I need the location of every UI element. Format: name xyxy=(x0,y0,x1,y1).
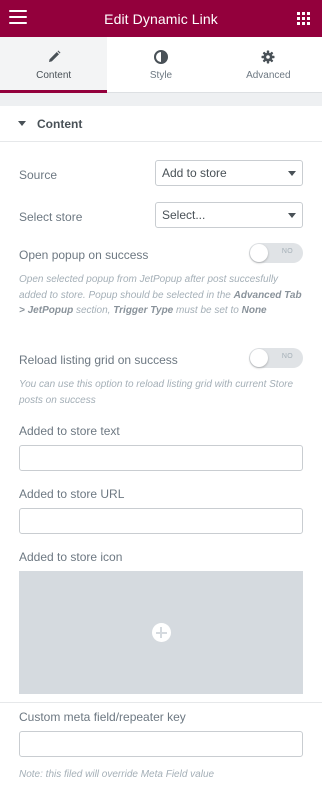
gear-icon xyxy=(260,49,276,65)
store-select-value: Select... xyxy=(162,208,206,222)
toggle-text: NO xyxy=(281,353,293,360)
meta-key-note: Note: this filed will override Meta Fiel… xyxy=(19,769,215,780)
popup-desc-strong: Trigger Type xyxy=(113,305,174,316)
meta-key-control: Custom meta field/repeater key xyxy=(19,708,303,726)
meta-key-input[interactable] xyxy=(19,731,303,757)
divider xyxy=(0,702,322,703)
added-url-control: Added to store URL xyxy=(19,485,303,503)
source-select[interactable]: Add to store xyxy=(155,160,303,186)
panel-title: Edit Dynamic Link xyxy=(104,10,218,27)
added-icon-label: Added to store icon xyxy=(19,550,123,564)
tab-style[interactable]: Style xyxy=(107,37,214,92)
chevron-down-icon xyxy=(288,213,296,218)
editor-panel: Edit Dynamic Link Content Style Advanced… xyxy=(0,0,322,793)
pencil-icon xyxy=(46,49,62,65)
added-text-input[interactable] xyxy=(19,445,303,471)
toggle-knob xyxy=(250,244,268,262)
popup-description: Open selected popup from JetPopup after … xyxy=(19,272,303,319)
tab-content[interactable]: Content xyxy=(0,37,108,93)
tab-advanced[interactable]: Advanced xyxy=(215,37,322,92)
source-select-value: Add to store xyxy=(162,166,227,180)
added-url-label: Added to store URL xyxy=(19,487,125,501)
icon-media-picker[interactable] xyxy=(19,571,303,694)
added-icon-control: Added to store icon xyxy=(19,548,303,566)
popup-desc-text: must be set to xyxy=(173,305,242,316)
popup-desc-strong: None xyxy=(241,305,267,316)
toggle-knob xyxy=(250,349,268,367)
meta-key-label: Custom meta field/repeater key xyxy=(19,710,186,724)
added-text-control: Added to store text xyxy=(19,422,303,440)
chevron-down-icon xyxy=(288,171,296,176)
added-url-input[interactable] xyxy=(19,508,303,534)
popup-label: Open popup on success xyxy=(19,248,149,262)
popup-desc-text: section, xyxy=(73,305,114,316)
tab-content-label: Content xyxy=(36,69,72,81)
store-label: Select store xyxy=(19,210,83,224)
added-text-label: Added to store text xyxy=(19,424,120,438)
panel-header: Edit Dynamic Link xyxy=(0,0,322,37)
toggle-text: NO xyxy=(281,248,293,255)
caret-down-icon xyxy=(18,121,26,126)
tab-advanced-label: Advanced xyxy=(246,69,291,81)
reload-toggle[interactable]: NO xyxy=(249,348,303,368)
panel-body: Content Source Add to store Select store… xyxy=(0,106,322,793)
reload-label: Reload listing grid on success xyxy=(19,353,178,367)
store-select[interactable]: Select... xyxy=(155,202,303,228)
reload-description: You can use this option to reload listin… xyxy=(19,379,294,406)
section-title: Content xyxy=(37,116,83,131)
popup-toggle[interactable]: NO xyxy=(249,243,303,263)
source-label: Source xyxy=(19,168,58,182)
add-icon xyxy=(151,623,171,642)
hamburger-icon[interactable] xyxy=(9,10,27,24)
grid-icon[interactable] xyxy=(297,12,310,25)
section-content-toggle[interactable]: Content xyxy=(0,106,322,142)
half-circle-icon xyxy=(153,49,169,65)
panel-tabs: Content Style Advanced xyxy=(0,37,322,93)
tab-style-label: Style xyxy=(149,69,173,81)
